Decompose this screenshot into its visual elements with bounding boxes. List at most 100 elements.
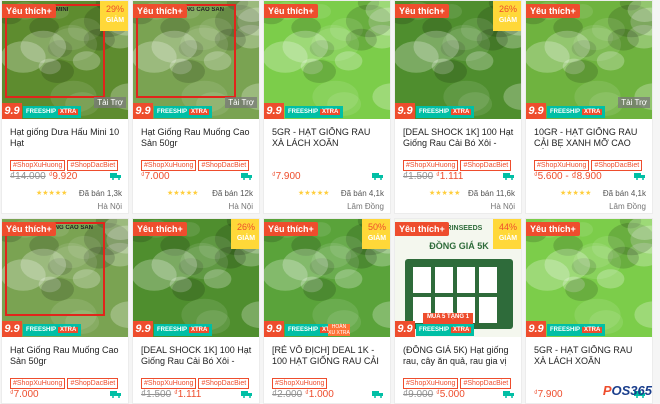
rating-stars-icon: ★★★★★ bbox=[298, 190, 330, 197]
favorite-badge: Yêu thích+ bbox=[395, 4, 449, 18]
sale-99-badge: 9.9 bbox=[133, 321, 153, 337]
price-row: ₫1.500 ₫1.111 bbox=[403, 171, 521, 183]
tag-label[interactable]: #ShopXuHuong bbox=[141, 160, 197, 171]
product-tags: #ShopXuHuong #ShopDacBiet bbox=[403, 372, 521, 389]
discount-label: GIẢM bbox=[236, 235, 256, 242]
sale-99-badge: 9.9 bbox=[133, 103, 153, 119]
sponsored-label: Tài Trợ bbox=[94, 97, 126, 108]
product-tags: #ShopXuHuong #ShopDacBiet bbox=[534, 154, 652, 171]
old-price: ₫1.500 bbox=[141, 389, 172, 400]
tag-label[interactable]: #ShopXuHuong bbox=[272, 378, 328, 389]
rating-stars-icon: ★★★★★ bbox=[36, 190, 68, 197]
favorite-badge: Yêu thích+ bbox=[2, 4, 56, 18]
tag-label[interactable]: #ShopDacBiet bbox=[591, 160, 643, 171]
product-card[interactable]: RAU MUỐNG CAO SẢN Yêu thích+ 9.9 FREESHIP XT… bbox=[1, 218, 129, 404]
product-title[interactable]: 5GR - HẠT GIỐNG RAU XÀ LÁCH XOĂN bbox=[272, 127, 384, 149]
sale-99-badge: 9.9 bbox=[395, 103, 415, 119]
favorite-badge: Yêu thích+ bbox=[526, 4, 580, 18]
product-image[interactable]: RAU MUỐNG CAO SẢN Yêu thích+ 9.9 FREESHIP XT… bbox=[2, 219, 128, 337]
product-image[interactable]: DƯA HẤU MINIYêu thích+29%GIẢM9.9FREESHIP… bbox=[2, 1, 128, 119]
tag-label[interactable]: #ShopXuHuong bbox=[10, 378, 66, 389]
sale-99-badge: 9.9 bbox=[2, 103, 22, 119]
plant-photo bbox=[264, 1, 390, 119]
rating-stars-icon: ★★★★★ bbox=[429, 190, 461, 197]
tag-label[interactable]: #ShopXuHuong bbox=[534, 160, 590, 171]
tag-label[interactable]: #ShopXuHuong bbox=[403, 378, 459, 389]
product-card[interactable]: Yêu thích+ 26% GIẢM 9.9 FREESHIP XTRA [DEAL SH… bbox=[394, 0, 522, 214]
product-tags: #ShopXuHuong #ShopDacBiet bbox=[403, 154, 521, 171]
price-row: ₫7.900 bbox=[272, 171, 390, 183]
product-title[interactable]: [RẺ VÔ ĐỊCH] DEAL 1K - 100 HẠT GIỐNG RAU… bbox=[272, 345, 384, 367]
product-card[interactable]: Yêu thích+50%GIẢM9.9FREESHIPXTRAHOÀN XU … bbox=[263, 218, 391, 404]
product-title[interactable]: 5GR - HẠT GIỐNG RAU XÀ LÁCH XOĂN bbox=[534, 345, 646, 367]
freeship-xtra-badge: FREESHIPXTRA bbox=[285, 106, 344, 118]
freeship-xtra-badge: FREESHIPXTRA bbox=[23, 324, 82, 336]
tag-label[interactable]: #ShopDacBiet bbox=[198, 378, 250, 389]
discount-label: GIẢM bbox=[367, 235, 387, 242]
product-image[interactable]: Yêu thích+ 9.9 FREESHIP XTRA bbox=[526, 219, 652, 337]
rating-sold-row: ★★★★★ Đã bán 12k bbox=[141, 189, 253, 199]
product-image[interactable]: Yêu thích+50%GIẢM9.9FREESHIPXTRAHOÀN XU … bbox=[264, 219, 390, 337]
product-card[interactable]: RAU MUỐNG CAO SẢN Yêu thích+ 9.9 FREESHIP XT… bbox=[132, 0, 260, 214]
product-title[interactable]: (ĐỒNG GIÁ 5K) Hạt giống rau, cây ăn quả,… bbox=[403, 345, 515, 367]
product-image[interactable]: Yêu thích+ 9.9 FREESHIP XTRA bbox=[264, 1, 390, 119]
discount-badge: 50% GIẢM bbox=[362, 219, 390, 249]
tag-label[interactable]: #ShopDacBiet bbox=[67, 160, 119, 171]
product-image[interactable]: Yêu thích+ 26% GIẢM 9.9 FREESHIP XTRA bbox=[133, 219, 259, 337]
tag-label[interactable]: #ShopDacBiet bbox=[198, 160, 250, 171]
price-row: ₫14.000 ₫9.920 bbox=[10, 171, 128, 183]
sold-count: Đã bán 4,1k bbox=[340, 189, 384, 198]
favorite-badge: Yêu thích+ bbox=[264, 222, 318, 236]
product-title[interactable]: [DEAL SHOCK 1K] 100 Hạt Giống Rau Cải Bó… bbox=[141, 345, 253, 367]
tag-label[interactable]: #ShopXuHuong bbox=[141, 378, 197, 389]
product-card[interactable]: Yêu thích+ 9.9 FREESHIP XTRA 5GR - HẠT GIỐNG… bbox=[263, 0, 391, 214]
sale-99-badge: 9.9 bbox=[264, 103, 284, 119]
old-price: ₫9.000 bbox=[403, 389, 434, 400]
discount-badge: 26% GIẢM bbox=[493, 1, 521, 31]
product-image[interactable]: MARINSEEDS ĐỒNG GIÁ 5K MUA 5 TẶNG 1 Yêu thí… bbox=[395, 219, 521, 337]
old-price: ₫14.000 bbox=[10, 171, 46, 182]
price-row: ₫7.000 bbox=[10, 389, 128, 401]
sold-count: Đã bán 11,6k bbox=[468, 189, 515, 198]
shop-location: Hà Nội bbox=[490, 202, 515, 211]
freeship-xtra-badge: FREESHIPXTRA bbox=[547, 106, 606, 118]
old-price: ₫2.000 bbox=[272, 389, 303, 400]
tag-label[interactable]: #ShopDacBiet bbox=[67, 378, 119, 389]
product-card[interactable]: Yêu thích+ 26% GIẢM 9.9 FREESHIP XTRA [DEAL SH… bbox=[132, 218, 260, 404]
freeship-xtra-badge: FREESHIPXTRA bbox=[23, 106, 82, 118]
tag-label[interactable]: #ShopDacBiet bbox=[460, 378, 512, 389]
product-image[interactable]: RAU MUỐNG CAO SẢN Yêu thích+ 9.9 FREESHIP XT… bbox=[133, 1, 259, 119]
freeship-xtra-badge: FREESHIPXTRA bbox=[154, 324, 213, 336]
current-price: ₫7.900 bbox=[272, 171, 301, 182]
discount-value: 50% bbox=[367, 222, 386, 232]
product-image[interactable]: Yêu thích+ 26% GIẢM 9.9 FREESHIP XTRA bbox=[395, 1, 521, 119]
tag-label[interactable]: #ShopDacBiet bbox=[460, 160, 512, 171]
product-title[interactable]: Hạt Giống Rau Muống Cao Sản 50gr bbox=[10, 345, 122, 367]
discount-value: 26% bbox=[236, 222, 255, 232]
freeship-xtra-badge: FREESHIPXTRA bbox=[154, 106, 213, 118]
price-row: ₫5.600 - ₫8.900 bbox=[534, 171, 652, 183]
product-card[interactable]: Yêu thích+ 9.9 FREESHIP XTRA Tài Trợ 10GR - H… bbox=[525, 0, 653, 214]
sold-count: Đã bán 4,1k bbox=[602, 189, 646, 198]
freeship-xtra-badge: FREESHIPXTRA bbox=[547, 324, 606, 336]
discount-badge: 44% GIẢM bbox=[493, 219, 521, 249]
product-title[interactable]: [DEAL SHOCK 1K] 100 Hạt Giống Rau Cải Bó… bbox=[403, 127, 515, 149]
product-tags: #ShopXuHuong bbox=[272, 372, 390, 389]
product-title[interactable]: Hạt giống Dưa Hấu Mini 10 Hạt bbox=[10, 127, 122, 149]
sponsored-label: Tài Trợ bbox=[225, 97, 257, 108]
product-image[interactable]: Yêu thích+ 9.9 FREESHIP XTRA Tài Trợ bbox=[526, 1, 652, 119]
sold-count: Đã bán 12k bbox=[212, 189, 253, 198]
product-tags bbox=[272, 154, 390, 166]
current-price: ₫1.111 bbox=[174, 389, 202, 400]
product-grid: DƯA HẤU MINIYêu thích+29%GIẢM9.9FREESHIP… bbox=[0, 0, 660, 404]
plant-photo bbox=[526, 219, 652, 337]
product-card[interactable]: DƯA HẤU MINIYêu thích+29%GIẢM9.9FREESHIP… bbox=[1, 0, 129, 214]
tag-label[interactable]: #ShopXuHuong bbox=[403, 160, 459, 171]
shipping-truck-icon bbox=[372, 172, 384, 180]
product-title[interactable]: 10GR - HẠT GIỐNG RAU CẢI BẸ XANH MỠ CAO … bbox=[534, 127, 646, 149]
product-title[interactable]: Hạt Giống Rau Muống Cao Sản 50gr bbox=[141, 127, 253, 149]
tag-label[interactable]: #ShopXuHuong bbox=[10, 160, 66, 171]
product-card[interactable]: MARINSEEDS ĐỒNG GIÁ 5K MUA 5 TẶNG 1 Yêu thí… bbox=[394, 218, 522, 404]
product-card[interactable]: Yêu thích+ 9.9 FREESHIP XTRA 5GR - HẠT GIỐNG… bbox=[525, 218, 653, 404]
product-tags: #ShopXuHuong #ShopDacBiet bbox=[10, 154, 128, 171]
